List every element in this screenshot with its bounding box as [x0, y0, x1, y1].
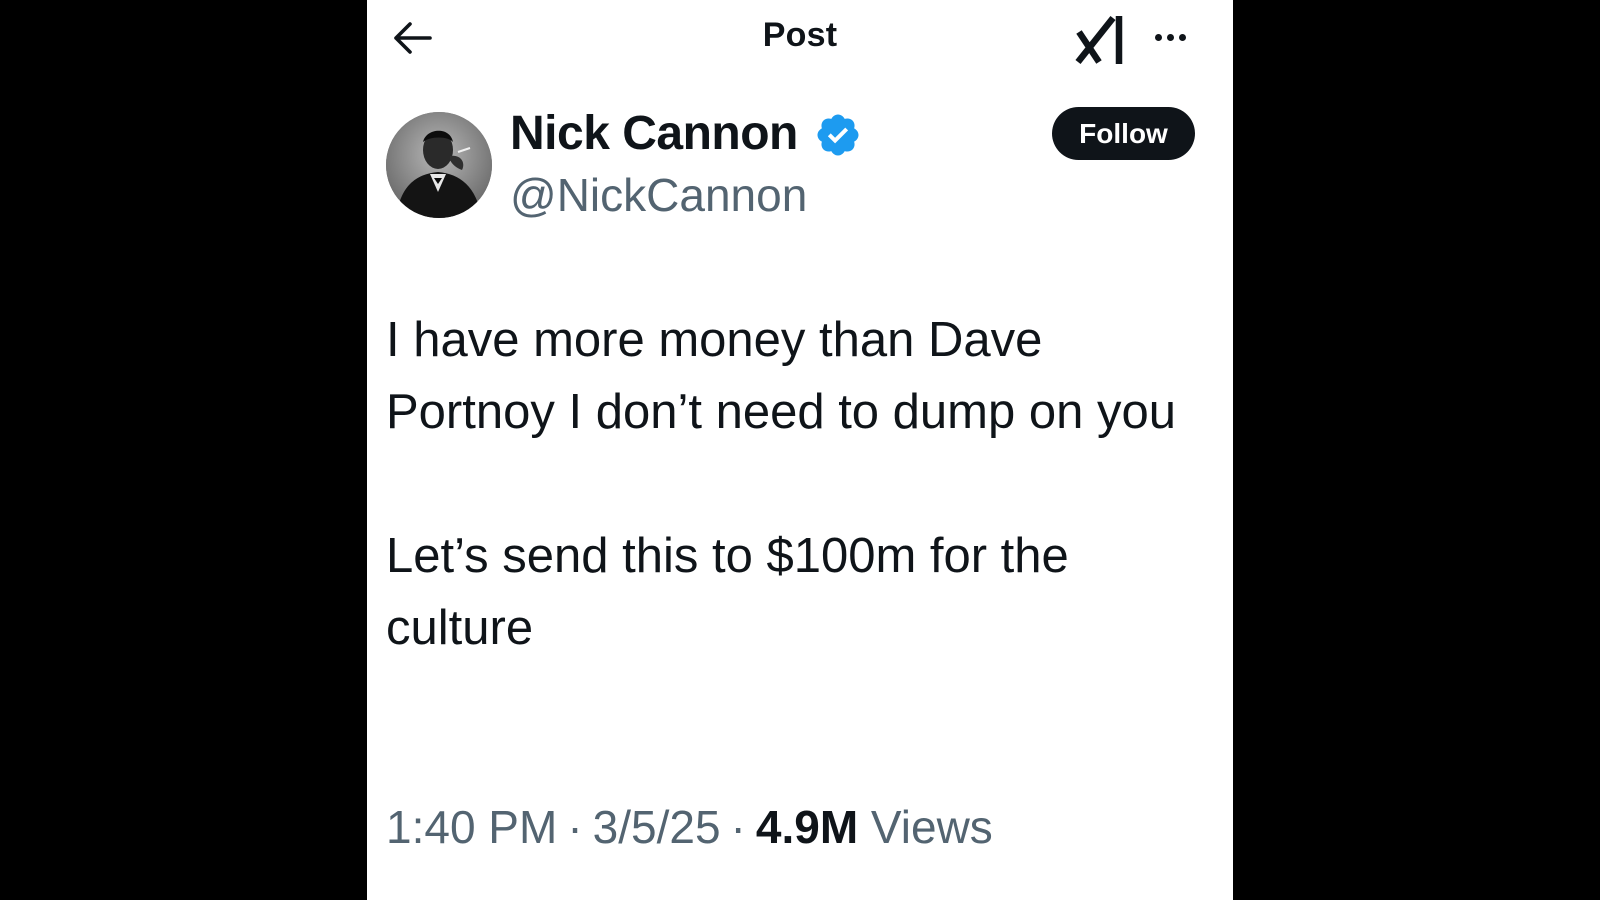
- screen-backdrop: Post Nick Cannon @NickCannon Follow I ha…: [0, 0, 1600, 900]
- tweet-text: I have more money than Dave Portnoy I do…: [386, 304, 1186, 664]
- views-count: 4.9M: [755, 801, 859, 853]
- post-date[interactable]: 3/5/25: [593, 801, 721, 853]
- grok-button[interactable]: [1073, 10, 1131, 66]
- more-horizontal-icon: [1152, 28, 1188, 46]
- follow-button[interactable]: Follow: [1052, 107, 1195, 160]
- tweet-meta: 1:40 PM · 3/5/25 · 4.9M Views: [386, 800, 993, 854]
- post-time[interactable]: 1:40 PM: [386, 801, 557, 853]
- views-label: Views: [870, 801, 993, 853]
- meta-separator: ·: [567, 801, 583, 853]
- verified-badge-icon: [817, 114, 859, 156]
- more-options-button[interactable]: [1145, 22, 1195, 52]
- tweet-paragraph: Let’s send this to $100m for the culture: [386, 529, 1069, 655]
- avatar-image: [386, 112, 492, 218]
- grok-icon: [1075, 15, 1123, 65]
- meta-separator: ·: [730, 801, 746, 853]
- author-handle[interactable]: @NickCannon: [510, 168, 807, 222]
- avatar[interactable]: [386, 112, 492, 218]
- tweet-paragraph: I have more money than Dave Portnoy I do…: [386, 313, 1176, 439]
- post-panel: Post Nick Cannon @NickCannon Follow I ha…: [367, 0, 1233, 900]
- author-name[interactable]: Nick Cannon: [510, 106, 798, 161]
